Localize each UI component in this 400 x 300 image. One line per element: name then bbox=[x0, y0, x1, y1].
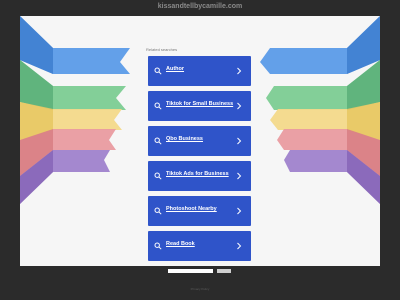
related-link-photoshoot-nearby[interactable]: Photoshoot Nearby bbox=[148, 196, 251, 226]
related-link-tiktok-small-business[interactable]: Tiktok for Small Business bbox=[148, 91, 251, 121]
related-link-label: Photoshoot Nearby bbox=[166, 206, 217, 212]
search-button[interactable] bbox=[217, 269, 231, 273]
search-icon bbox=[154, 102, 162, 110]
chevron-right-icon bbox=[237, 67, 242, 75]
chevron-right-icon bbox=[237, 207, 242, 215]
chevron-right-icon bbox=[237, 137, 242, 145]
related-link-qbo-business[interactable]: Qbo Business bbox=[148, 126, 251, 156]
related-link-label: Qbo Business bbox=[166, 136, 203, 142]
search-icon bbox=[154, 172, 162, 180]
related-link-tiktok-ads[interactable]: Tiktok Ads for Business bbox=[148, 161, 251, 191]
footer-privacy-link[interactable]: Privacy Policy bbox=[0, 287, 400, 291]
search-icon bbox=[154, 242, 162, 250]
site-domain-title: kissandtellbycamille.com bbox=[157, 3, 243, 10]
related-link-read-book[interactable]: Read Book bbox=[148, 231, 251, 261]
search-icon bbox=[154, 67, 162, 75]
chevron-right-icon bbox=[237, 242, 242, 250]
landing-panel: Related searches Author Tiktok for Small… bbox=[20, 16, 380, 266]
related-link-label: Read Book bbox=[166, 241, 195, 247]
related-link-author[interactable]: Author bbox=[148, 56, 251, 86]
related-link-label: Tiktok for Small Business bbox=[166, 101, 234, 107]
chevron-right-icon bbox=[237, 172, 242, 180]
chevron-right-icon bbox=[237, 102, 242, 110]
related-link-label: Tiktok Ads for Business bbox=[166, 171, 229, 177]
related-searches-heading: Related searches bbox=[146, 47, 178, 52]
search-icon bbox=[154, 137, 162, 145]
search-input[interactable] bbox=[168, 269, 213, 273]
related-link-label: Author bbox=[166, 66, 185, 72]
search-icon bbox=[154, 207, 162, 215]
